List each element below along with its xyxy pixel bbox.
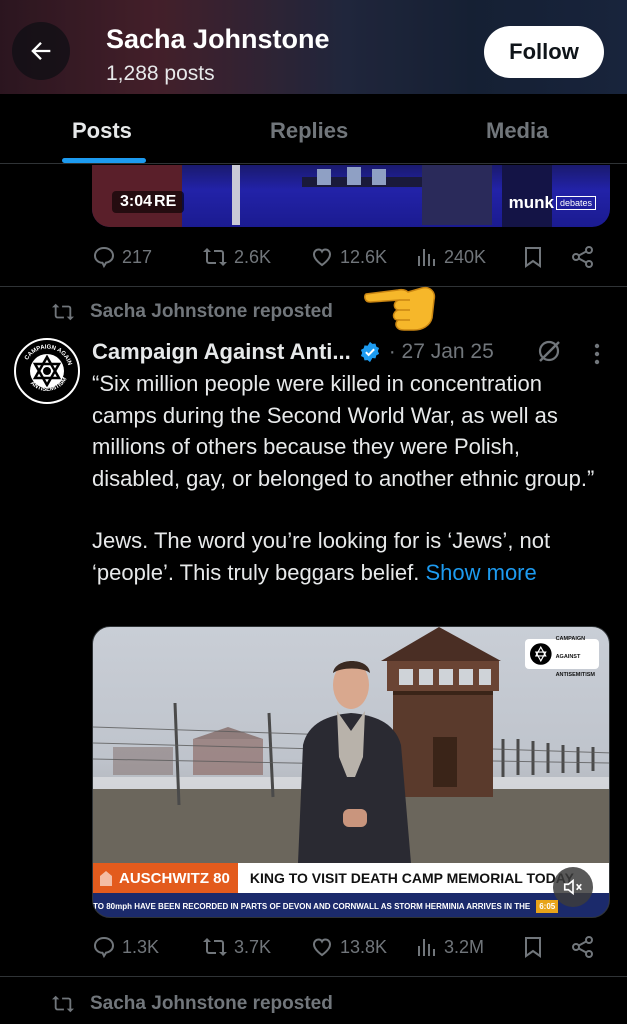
heart-icon [312,248,332,267]
bookmark-button[interactable] [522,240,544,274]
like-count: 12.6K [340,246,388,267]
caa-badge-line-2: AGAINST [555,654,581,660]
caa-logo-icon: CAMPAIGN AGAINST ANTISEMITISM [16,340,76,400]
ticker-text: TO 80mph HAVE BEEN RECORDED IN PARTS OF … [93,901,531,911]
show-more-link[interactable]: Show more [425,560,536,585]
tweet-text: “Six million people were killed in conce… [92,368,607,588]
repost-indicator[interactable]: Sacha Johnstone reposted [50,990,333,1018]
video-time: 3:04 [120,193,153,210]
mute-button[interactable] [553,867,593,907]
share-icon [572,936,593,958]
top-post-video[interactable]: 3:04 RE munk debates [92,165,610,227]
repost-count: 3.7K [234,936,272,957]
news-ticker: TO 80mph HAVE BEEN RECORDED IN PARTS OF … [93,893,609,917]
bookmark-icon [525,937,541,958]
top-post-actions: 217 2.6K 12.6K 240K [92,240,612,274]
repost-icon [52,995,74,1013]
caa-watermark: CAMPAIGN AGAINST ANTISEMITISM [525,636,599,678]
verified-badge-icon [360,341,379,363]
view-count: 3.2M [444,936,485,957]
tab-media[interactable]: Media [486,118,548,144]
profile-screen: Sacha Johnstone 1,288 posts Follow Posts… [0,0,627,1024]
arrow-left-icon [31,42,51,60]
repost-indicator[interactable]: Sacha Johnstone reposted [50,298,333,326]
video-time-badge: 3:04 RE [112,191,185,213]
like-button[interactable]: 12.6K [310,240,387,274]
views-button[interactable]: 3.2M [414,930,484,964]
bookmark-button[interactable] [522,930,544,964]
repost-count: 2.6K [234,246,272,267]
repost-icon [203,938,227,956]
munk-logo-text: munk [508,193,554,212]
tweet-actions: 1.3K 3.7K 13.8K 3.2M [92,930,612,964]
profile-name: Sacha Johnstone [106,24,330,54]
profile-header: Sacha Johnstone 1,288 posts Follow [0,0,627,94]
ticker-clock: 6:05 [536,899,559,913]
heart-icon [312,938,332,957]
caa-badge-text: CAMPAIGN AGAINST ANTISEMITISM [556,627,595,681]
like-button[interactable]: 13.8K [310,930,387,964]
reply-count: 1.3K [122,936,160,957]
author-name[interactable]: Campaign Against Anti... [92,339,351,365]
post-date[interactable]: · 27 Jan 25 [389,340,494,364]
repost-button[interactable]: 2.6K [202,240,271,274]
grok-icon[interactable] [536,338,562,364]
banner-label-text: AUSCHWITZ 80 [119,869,230,887]
tweet-paragraph-2: Jews. The word you’re looking for is ‘Je… [92,525,607,588]
bookmark-icon [525,247,541,268]
repost-icon [203,248,227,266]
bar-chart-icon [418,939,435,956]
reply-icon [93,936,115,959]
tweet-paragraph-1: “Six million people were killed in conce… [92,371,595,491]
avatar[interactable]: CAMPAIGN AGAINST ANTISEMITISM [14,338,80,404]
posts-count: 1,288 posts [106,62,215,85]
news-banner-top: AUSCHWITZ 80 KING TO VISIT DEATH CAMP ME… [93,863,609,893]
repost-label: Sacha Johnstone reposted [90,301,333,322]
news-banner: AUSCHWITZ 80 KING TO VISIT DEATH CAMP ME… [93,863,609,917]
speaker-muted-icon [563,878,582,896]
views-button[interactable]: 240K [414,240,486,274]
view-count: 240K [444,246,487,267]
repost-icon [52,303,74,321]
back-button[interactable] [12,22,70,80]
like-count: 13.8K [340,936,388,957]
caa-badge-line-1: CAMPAIGN [555,636,586,642]
munk-logo-box: debates [555,196,596,210]
caa-badge-line-3: ANTISEMITISM [555,672,595,678]
active-tab-indicator [62,158,146,163]
repost-button[interactable]: 3.7K [202,930,271,964]
video-watermark: RE [154,193,177,210]
share-button[interactable] [570,240,596,274]
munk-debates-logo: munk debates [509,193,596,213]
reply-count: 217 [122,246,153,267]
pointing-hand-emoji [364,286,436,331]
banner-label: AUSCHWITZ 80 [93,863,238,893]
more-options-icon[interactable] [588,340,606,368]
post-divider [0,286,627,287]
caa-badge-icon [529,643,552,665]
profile-tabs: Posts Replies Media [0,94,627,164]
post-divider [0,976,627,977]
tweet-header: Campaign Against Anti... · 27 Jan 25 [92,337,494,367]
reply-button[interactable]: 1.3K [92,930,159,964]
reply-button[interactable]: 217 [92,240,152,274]
tab-replies[interactable]: Replies [270,118,348,144]
repost-label: Sacha Johnstone reposted [90,993,333,1014]
tab-posts[interactable]: Posts [72,118,132,144]
follow-button[interactable]: Follow [484,26,604,78]
reply-icon [93,246,115,269]
banner-headline: KING TO VISIT DEATH CAMP MEMORIAL TODAY [249,870,574,886]
tweet-video[interactable]: CAMPAIGN AGAINST ANTISEMITISM AUSCHWITZ … [92,626,610,918]
bar-chart-icon [418,249,435,266]
share-button[interactable] [570,930,596,964]
share-icon [572,246,593,268]
tower-icon [100,871,112,886]
